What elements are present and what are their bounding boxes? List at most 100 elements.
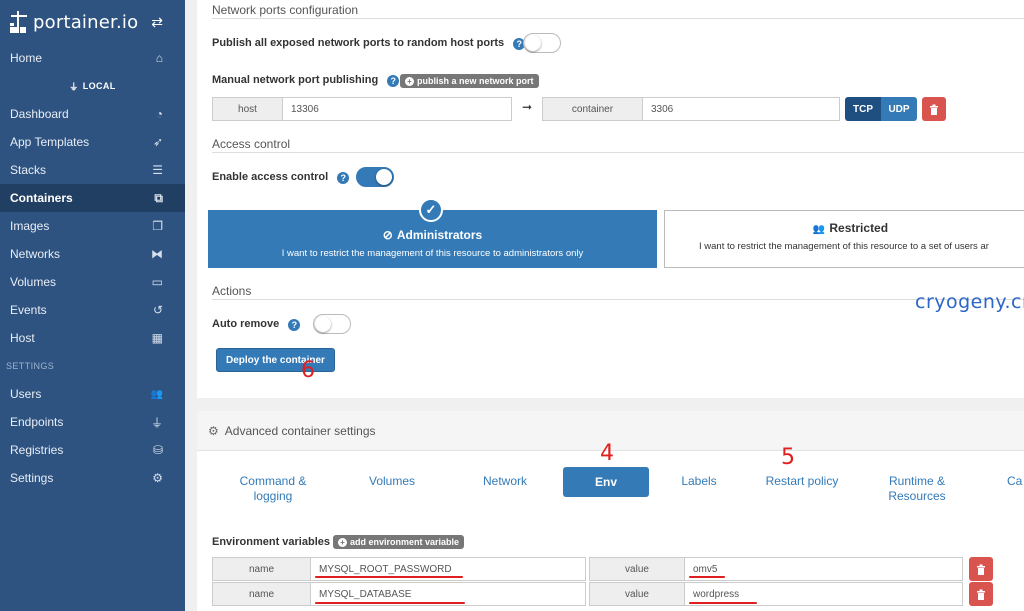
publish-new-port-label: publish a new network port [417,76,534,86]
th-icon: ▦ [151,331,163,345]
restricted-title: 👥 Restricted [665,221,1024,235]
container-port-input-group: container 3306 [542,97,840,121]
users-icon: 👥 [150,388,163,400]
sidebar-item-stacks[interactable]: Stacks ☰ [0,156,185,184]
restricted-description: I want to restrict the management of thi… [699,241,989,252]
tab-capabilities[interactable]: Ca [1007,474,1024,489]
add-env-var-button[interactable]: + add environment variable [333,535,465,549]
sidebar-item-settings[interactable]: Settings ⚙ [0,464,185,492]
manual-publish-text: Manual network port publishing [212,74,379,86]
plug-icon: ⏚ [150,415,163,430]
auto-remove-text: Auto remove [212,318,280,330]
eye-slash-icon: ⊘ [382,228,393,242]
manual-publish-label: Manual network port publishing ? [212,74,400,87]
tab-labels[interactable]: Labels [664,474,734,489]
sidebar-item-host[interactable]: Host ▦ [0,324,185,352]
tab-runtime-resources[interactable]: Runtime & Resources [877,474,957,504]
remove-port-button[interactable] [922,97,946,121]
tab-network[interactable]: Network [470,474,540,489]
endpoint-label: LOCAL [82,81,116,91]
toggle-knob [376,169,392,185]
toggle-knob [315,316,331,332]
trash-icon [930,104,938,115]
remove-env-var-button[interactable] [969,582,993,606]
sidebar-item-app-templates[interactable]: App Templates ➶ [0,128,185,156]
auto-remove-toggle[interactable] [313,314,351,334]
question-circle-icon[interactable]: ? [337,172,350,184]
advanced-settings-panel: ⚙ Advanced container settings Command & … [197,411,1024,611]
sidebar-item-networks[interactable]: Networks ⧓ [0,240,185,268]
access-control-toggle[interactable] [356,167,394,187]
host-port-input[interactable]: 13306 [283,98,511,120]
question-circle-icon[interactable]: ? [288,319,301,331]
annotation-underline [689,602,757,604]
toggle-knob [525,35,541,51]
brand: portainer.io ⇄ [0,0,185,44]
remove-env-var-button[interactable] [969,557,993,581]
home-icon: ⌂ [155,51,163,65]
sitemap-icon: ⧓ [151,247,163,261]
enable-access-control-label: Enable access control ? [212,171,350,184]
sidebar-item-users[interactable]: Users 👥 [0,380,185,408]
publish-all-text: Publish all exposed network ports to ran… [212,37,505,49]
annotation-step-5: 5 [781,445,795,470]
section-divider [212,152,1024,153]
sidebar-item-label: Host [10,331,35,345]
annotation-underline [689,576,725,578]
sidebar-item-dashboard[interactable]: Dashboard ◔ [0,100,185,128]
sidebar-item-label: Settings [10,471,54,485]
deploy-container-button[interactable]: Deploy the container [216,348,335,372]
clone-icon: ❐ [152,219,163,233]
sidebar-item-registries[interactable]: Registries ⛁ [0,436,185,464]
host-port-input-group: host 13306 [212,97,512,121]
access-control-title: Access control [212,137,291,151]
sidebar-item-label: Dashboard [10,107,69,121]
sidebar-item-label: App Templates [10,135,90,149]
main-content: Network ports configuration Publish all … [185,0,1024,611]
sidebar-item-volumes[interactable]: Volumes ▭ [0,268,185,296]
sidebar-item-label: Stacks [10,163,47,177]
settings-section-header: SETTINGS [6,361,55,371]
annotation-underline [315,602,465,604]
publish-new-port-button[interactable]: + publish a new network port [400,74,539,88]
env-value-input-group: value omv5 [589,557,963,581]
database-icon: ⛁ [152,443,163,457]
annotation-step-4: 4 [600,441,614,466]
create-container-form: Network ports configuration Publish all … [197,0,1024,398]
list-icon: ☰ [152,163,163,177]
trash-icon [977,564,985,575]
container-port-input[interactable]: 3306 [643,98,839,120]
swap-arrows-icon[interactable]: ⇄ [151,14,163,31]
sidebar-item-events[interactable]: Events ↺ [0,296,185,324]
portainer-logo[interactable]: portainer.io [8,9,138,35]
env-name-addon: name [213,558,311,580]
restricted-option[interactable]: 👥 Restricted I want to restrict the manag… [664,210,1024,268]
host-port-addon: host [213,98,283,120]
annotation-underline [315,576,463,578]
tab-volumes[interactable]: Volumes [357,474,427,489]
users-icon: 👥 [812,224,826,235]
sidebar-item-label: Images [10,219,50,233]
tab-command-logging[interactable]: Command & logging [219,474,327,504]
administrators-title-text: Administrators [396,228,483,242]
endpoint-name: ⏚ LOCAL [0,72,185,100]
udp-button[interactable]: UDP [881,97,917,121]
env-value-addon: value [590,558,685,580]
sidebar-item-images[interactable]: Images ❐ [0,212,185,240]
question-circle-icon[interactable]: ? [387,75,400,87]
add-env-var-label: add environment variable [350,537,460,547]
sidebar: portainer.io ⇄ Home ⌂ ⏚ LOCAL Dashboard … [0,0,185,611]
env-value-input[interactable]: omv5 [685,558,962,580]
env-value-input-group: value wordpress [589,582,963,606]
sidebar-item-label: Home [10,51,43,65]
sidebar-item-containers[interactable]: Containers ⧉ [0,184,185,212]
sidebar-item-home[interactable]: Home ⌂ [0,44,185,72]
protocol-selector: TCP UDP [845,97,917,121]
tcp-button[interactable]: TCP [845,97,881,121]
sidebar-item-endpoints[interactable]: Endpoints ⏚ [0,408,185,436]
publish-all-toggle[interactable] [523,33,561,53]
actions-title: Actions [212,284,252,298]
watermark: cryogeny.cn [915,291,1024,313]
tab-env[interactable]: Env [563,467,649,497]
tab-restart-policy[interactable]: Restart policy [757,474,847,489]
